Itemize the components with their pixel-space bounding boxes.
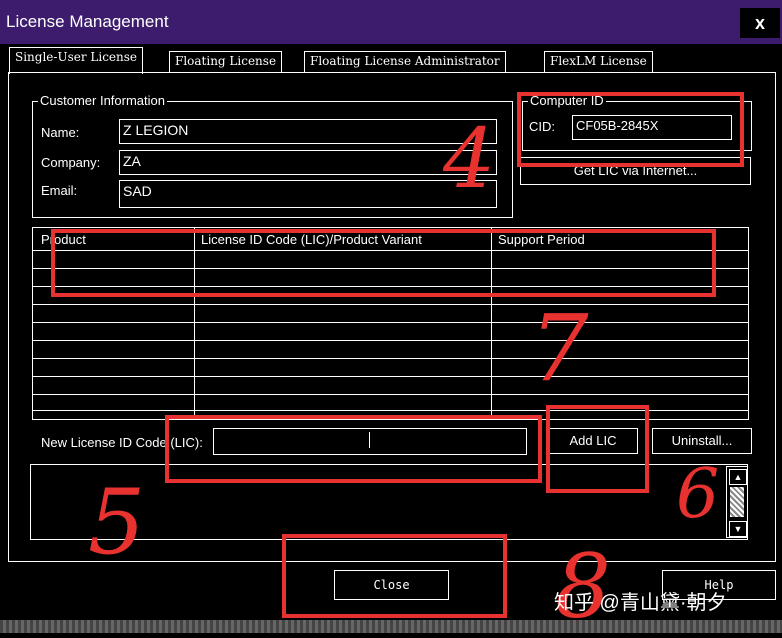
name-label: Name: xyxy=(41,125,80,140)
scroll-up-icon[interactable]: ▲ xyxy=(729,469,747,485)
email-label: Email: xyxy=(41,183,78,198)
tab-floating-license[interactable]: Floating License xyxy=(169,51,283,73)
annotation-box-close xyxy=(282,534,507,618)
tab-floating-license-administrator[interactable]: Floating License Administrator xyxy=(304,51,506,73)
window-title: License Management xyxy=(6,12,169,31)
vertical-scrollbar[interactable]: ▲ ▼ xyxy=(726,466,748,538)
annotation-number-4: 4 xyxy=(443,112,496,207)
uninstall-button[interactable]: Uninstall... xyxy=(652,428,752,454)
row-divider xyxy=(33,376,748,377)
customer-information-legend: Customer Information xyxy=(38,93,167,108)
row-divider xyxy=(33,322,748,323)
tab-flexlm-license[interactable]: FlexLM License xyxy=(544,51,653,73)
row-divider xyxy=(33,340,748,341)
annotation-box-add-lic xyxy=(546,405,649,493)
tab-single-user-license[interactable]: Single-User License xyxy=(9,47,144,74)
watermark-text: 知乎 @青山黛·朝夕 xyxy=(554,592,727,614)
company-label: Company: xyxy=(41,155,101,170)
row-divider xyxy=(33,304,748,305)
scroll-down-icon[interactable]: ▼ xyxy=(729,521,747,537)
annotation-number-5: 5 xyxy=(88,470,146,575)
company-field[interactable]: ZA xyxy=(119,150,497,175)
annotation-box-computer-id xyxy=(517,92,744,167)
annotation-box-new-lic xyxy=(165,415,542,483)
scroll-thumb[interactable] xyxy=(730,487,744,517)
close-window-button[interactable]: x xyxy=(740,8,780,38)
annotation-number-7: 7 xyxy=(530,295,589,402)
annotation-number-6: 6 xyxy=(676,455,720,534)
name-field[interactable]: Z LEGION xyxy=(119,119,497,144)
email-field[interactable]: SAD xyxy=(119,180,497,208)
annotation-box-table xyxy=(51,229,716,297)
row-divider xyxy=(33,358,748,359)
bottom-strip xyxy=(0,620,782,633)
row-divider xyxy=(33,394,748,395)
